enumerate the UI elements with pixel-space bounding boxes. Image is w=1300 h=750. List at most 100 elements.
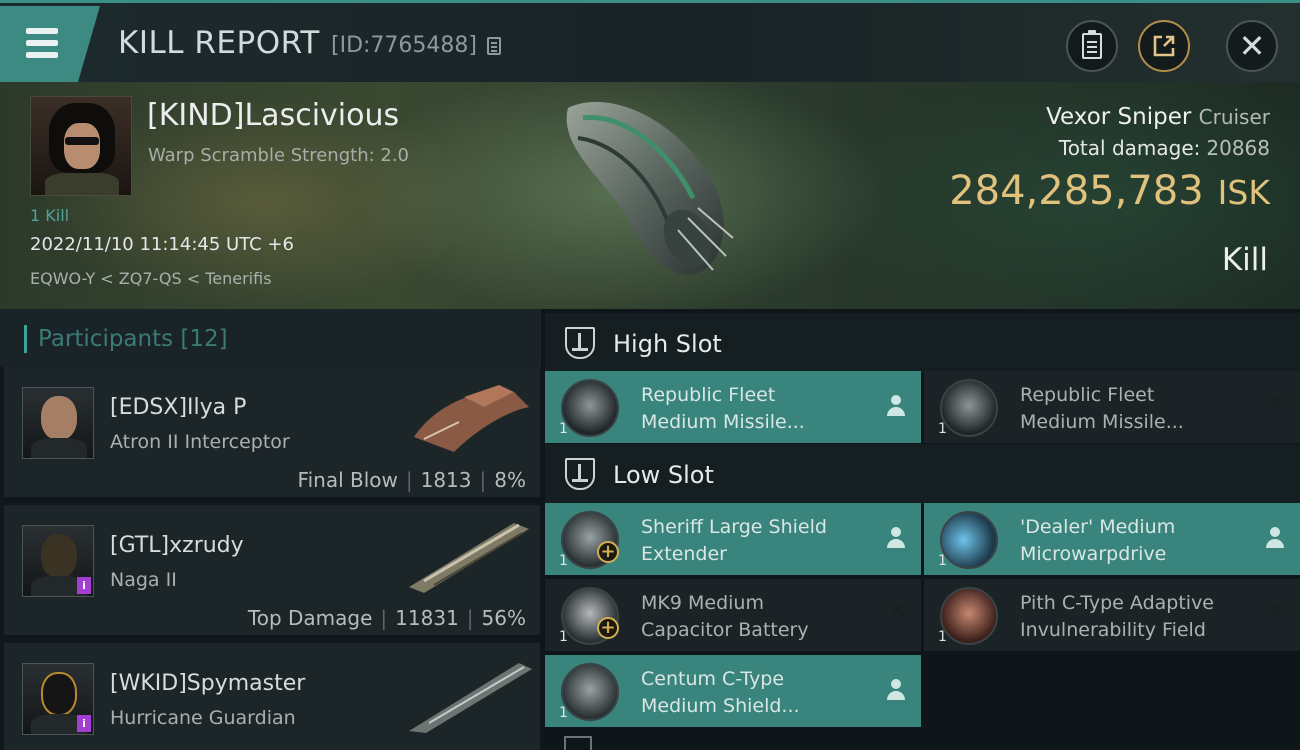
plus-icon: +	[597, 541, 619, 563]
module-item[interactable]: + 1 Sheriff Large Shield Extender	[545, 503, 921, 575]
module-name: Republic Fleet Medium Missile...	[1020, 382, 1250, 436]
warp-scramble-strength: Warp Scramble Strength: 2.0	[148, 145, 410, 166]
module-name-line: Capacitor Battery	[641, 619, 809, 641]
participants-header[interactable]: Participants [12]	[0, 309, 541, 367]
participant-row[interactable]: i [WKID]Spymaster Hurricane Guardian	[4, 643, 540, 750]
avatar[interactable]: i	[22, 663, 94, 735]
module-quantity: 1	[938, 553, 947, 569]
next-slot-icon	[564, 736, 592, 750]
participant-ship-image	[414, 385, 529, 452]
high-slot-title: High Slot	[613, 330, 722, 358]
participant-ship: Atron II Interceptor	[110, 431, 290, 453]
pilot-icon	[887, 527, 905, 549]
missile-launcher-icon	[940, 379, 998, 437]
module-item[interactable]: 1 Republic Fleet Medium Missile...	[545, 371, 921, 443]
participant-row[interactable]: i [GTL]xzrudy Naga II Top Damage | 11831 | 5…	[4, 505, 540, 639]
total-damage: Total damage: 20868	[1059, 136, 1270, 160]
destroyed-x-icon: ✕	[1267, 391, 1286, 416]
kill-result: Kill	[1221, 242, 1268, 278]
menu-icon-bar	[26, 40, 58, 46]
page-title: KILL REPORT	[118, 25, 320, 61]
total-damage-label: Total damage:	[1058, 136, 1201, 160]
low-slot-header: Low Slot	[545, 444, 1300, 504]
module-name: Sheriff Large Shield Extender	[641, 514, 871, 568]
badge-icon: i	[77, 577, 91, 594]
victim-pilot-name[interactable]: [KIND]Lascivious	[147, 98, 399, 133]
module-name-line: Invulnerability Field	[1020, 619, 1206, 641]
share-button[interactable]	[1138, 20, 1190, 72]
module-item[interactable]: 1 Republic Fleet Medium Missile... ✕	[924, 371, 1300, 443]
module-quantity: 1	[559, 553, 568, 569]
module-name-line: Republic Fleet	[641, 384, 776, 406]
module-item[interactable]: 1 Pith C-Type Adaptive Invulnerability Fi…	[924, 579, 1300, 651]
menu-button[interactable]	[0, 6, 100, 82]
isk-value: 284,285,783 ISK	[949, 168, 1270, 214]
module-item[interactable]: + 1 MK9 Medium Capacitor Battery ✕	[545, 579, 921, 651]
kill-location: EQWO-Y < ZQ7-QS < Tenerifis	[30, 269, 272, 288]
module-quantity: 1	[938, 421, 947, 437]
module-name-line: Republic Fleet	[1020, 384, 1155, 406]
participant-ship: Hurricane Guardian	[110, 707, 296, 729]
participant-ship-image	[409, 663, 532, 733]
copy-icon[interactable]	[487, 37, 501, 55]
victim-ship-class: Cruiser	[1198, 105, 1270, 129]
participant-name: [WKID]Spymaster	[110, 671, 306, 696]
participant-percent: 56%	[481, 606, 526, 630]
participant-damage: 11831	[395, 606, 459, 630]
module-name-line: MK9 Medium	[641, 592, 764, 614]
module-name-line: Medium Missile...	[641, 411, 805, 433]
participant-stats: Final Blow | 1813 | 8%	[297, 468, 526, 492]
kill-timestamp: 2022/11/10 11:14:45 UTC +6	[30, 234, 294, 255]
victim-avatar[interactable]	[30, 96, 132, 196]
victim-ship-image	[566, 101, 734, 275]
participant-damage: 1813	[420, 468, 472, 492]
module-item[interactable]: 1 Centum C-Type Medium Shield...	[545, 655, 921, 727]
total-damage-value: 20868	[1206, 136, 1270, 160]
plus-icon: +	[597, 617, 619, 639]
missile-launcher-icon	[561, 379, 619, 437]
participant-name: [GTL]xzrudy	[110, 533, 244, 558]
module-quantity: 1	[559, 421, 568, 437]
participant-stats: Top Damage | 11831 | 56%	[247, 606, 526, 630]
participant-ship: Naga II	[110, 569, 177, 591]
participants-panel: Participants [12] [EDSX]Ilya P Atron II …	[0, 309, 541, 750]
module-name-line: Microwarpdrive	[1020, 543, 1167, 565]
participant-ship-image	[409, 523, 529, 593]
module-quantity: 1	[938, 629, 947, 645]
module-name: MK9 Medium Capacitor Battery	[641, 590, 871, 644]
avatar[interactable]: i	[22, 525, 94, 597]
pilot-icon	[887, 395, 905, 417]
module-name-line: Medium Missile...	[1020, 411, 1184, 433]
participants-title: Participants [12]	[38, 326, 228, 352]
report-id: [ID:7765488]	[331, 33, 477, 58]
module-item[interactable]: 1 'Dealer' Medium Microwarpdrive	[924, 503, 1300, 575]
close-button[interactable]: ✕	[1226, 20, 1278, 72]
victim-ship[interactable]: Vexor Sniper Cruiser	[1046, 104, 1270, 130]
header-bar: KILL REPORT [ID:7765488] ✕	[0, 0, 1300, 82]
module-quantity: 1	[559, 629, 568, 645]
isk-unit: ISK	[1217, 173, 1270, 212]
shield-extender-icon	[561, 663, 619, 721]
high-slot-icon	[565, 327, 595, 359]
menu-icon	[26, 28, 58, 34]
fitting-panel: High Slot 1 Republic Fleet Medium Missile…	[541, 309, 1300, 750]
low-slot-title: Low Slot	[613, 461, 714, 489]
share-icon	[1153, 35, 1175, 57]
module-name-line: 'Dealer' Medium	[1020, 516, 1176, 538]
participant-row[interactable]: [EDSX]Ilya P Atron II Interceptor Final …	[4, 367, 540, 501]
clipboard-button[interactable]	[1066, 20, 1118, 72]
participant-percent: 8%	[494, 468, 526, 492]
module-name-line: Centum C-Type	[641, 668, 785, 690]
menu-icon-bar	[26, 52, 58, 58]
module-name-line: Sheriff Large Shield	[641, 516, 827, 538]
participant-role: Top Damage	[247, 606, 373, 630]
pilot-icon	[887, 679, 905, 701]
section-marker	[24, 325, 27, 353]
module-name-line: Medium Shield...	[641, 695, 800, 717]
participants-count: [12]	[180, 326, 228, 352]
isk-amount: 284,285,783	[949, 168, 1204, 214]
module-quantity: 1	[559, 705, 568, 721]
avatar[interactable]	[22, 387, 94, 459]
destroyed-x-icon: ✕	[1267, 599, 1286, 624]
module-name: Republic Fleet Medium Missile...	[641, 382, 871, 436]
